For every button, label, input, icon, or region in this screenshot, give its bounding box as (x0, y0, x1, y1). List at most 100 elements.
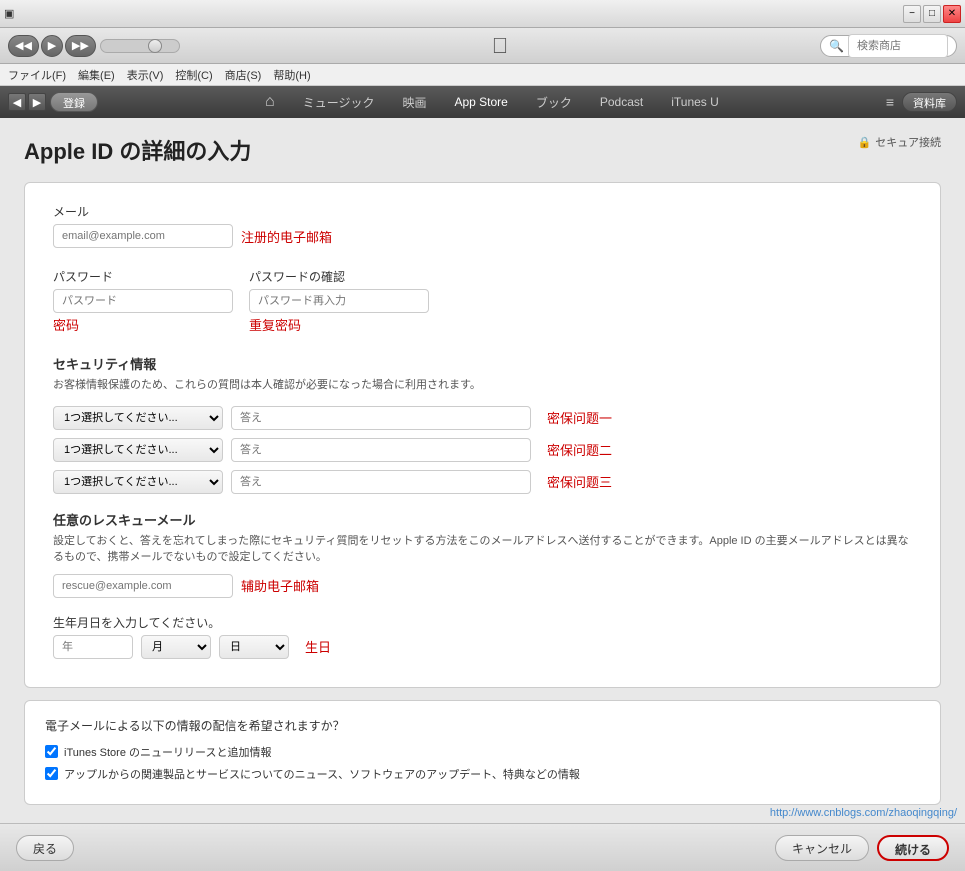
day-select[interactable]: 日 (219, 635, 289, 659)
minimize-button[interactable]: − (903, 5, 921, 23)
title-bar: ▣ − □ ✕ (0, 0, 965, 28)
email-row: 注册的电子邮箱 (53, 224, 912, 248)
confirm-annotation: 重复密码 (249, 315, 429, 334)
subscription-row-2: アップルからの関連製品とサービスについてのニュース、ソフトウェアのアップデート、… (45, 766, 920, 782)
annotation-q2: 密保问题二 (547, 440, 612, 459)
nav-right: ≡ 資料库 (886, 92, 957, 112)
nav-tabs: ⌂ ミュージック 映画 App Store ブック Podcast iTunes… (98, 86, 886, 118)
month-select[interactable]: 月 (141, 635, 211, 659)
password-row: パスワード 密码 パスワードの確認 重复密码 (53, 268, 912, 334)
birthday-annotation: 生日 (305, 637, 331, 656)
email-annotation: 注册的电子邮箱 (241, 227, 332, 246)
password-group: パスワード 密码 (53, 268, 233, 334)
tab-music[interactable]: ミュージック (289, 86, 389, 118)
rescue-annotation: 辅助电子邮箱 (241, 576, 319, 595)
menu-bar: ファイル(F) 編集(E) 表示(V) 控制(C) 商店(S) 帮助(H) (0, 64, 965, 86)
subscription-label-1: iTunes Store のニューリリースと追加情報 (64, 744, 271, 760)
tab-itunes-u[interactable]: iTunes U (657, 86, 733, 118)
page-header: Apple ID の詳細の入力 🔒 セキュア接続 (24, 134, 941, 166)
maximize-button[interactable]: □ (923, 5, 941, 23)
year-input[interactable] (53, 635, 133, 659)
secure-label: セキュア接続 (875, 134, 941, 150)
secure-badge: 🔒 セキュア接続 (858, 134, 941, 150)
register-button[interactable]: 登録 (50, 92, 98, 112)
tab-movies[interactable]: 映画 (388, 86, 440, 118)
forward-button[interactable]: ▶▶ (65, 35, 96, 57)
title-bar-left: ▣ (4, 7, 14, 20)
tab-home[interactable]: ⌂ (251, 86, 289, 118)
rescue-row: 辅助电子邮箱 (53, 574, 912, 598)
subscription-label-2: アップルからの関連製品とサービスについてのニュース、ソフトウェアのアップデート、… (64, 766, 580, 782)
email-label: メール (53, 203, 912, 220)
tab-books[interactable]: ブック (522, 86, 586, 118)
subscription-row-1: iTunes Store のニューリリースと追加情報 (45, 744, 920, 760)
email-input[interactable] (53, 224, 233, 248)
password-input[interactable] (53, 289, 233, 313)
confirm-input[interactable] (249, 289, 429, 313)
main-form-card: メール 注册的电子邮箱 パスワード 密码 パスワードの確認 重复密码 (24, 182, 941, 688)
email-section: メール 注册的电子邮箱 (53, 203, 912, 248)
birthday-label: 生年月日を入力してください。 (53, 614, 912, 631)
answer-input-1[interactable] (231, 406, 531, 430)
confirm-label: パスワードの確認 (249, 268, 429, 285)
title-bar-controls: − □ ✕ (903, 5, 961, 23)
bottom-left: 戻る (16, 835, 74, 861)
menu-store[interactable]: 商店(S) (225, 67, 262, 83)
back-button[interactable]: ◀◀ (8, 35, 39, 57)
library-button[interactable]: 資料库 (902, 92, 957, 112)
security-title: セキュリティ情報 (53, 354, 912, 373)
title-bar-menu-icon[interactable]: ▣ (4, 7, 14, 20)
subscription-checkbox-1[interactable] (45, 745, 58, 758)
nav-prev-btn[interactable]: ◀ (8, 93, 26, 111)
nav-menu-icon[interactable]: ≡ (886, 94, 894, 110)
search-box[interactable]: 🔍 (820, 35, 957, 57)
menu-help[interactable]: 帮助(H) (273, 67, 310, 83)
menu-file[interactable]: ファイル(F) (8, 67, 66, 83)
nav-bar: ◀ ▶ 登録 ⌂ ミュージック 映画 App Store ブック Podcast… (0, 86, 965, 118)
tab-podcast[interactable]: Podcast (586, 86, 657, 118)
menu-control[interactable]: 控制(C) (175, 67, 212, 83)
confirm-group: パスワードの確認 重复密码 (249, 268, 429, 334)
menu-edit[interactable]: 編集(E) (78, 67, 115, 83)
cancel-button[interactable]: キャンセル (775, 835, 869, 861)
watermark: http://www.cnblogs.com/zhaoqingqing/ (770, 807, 957, 819)
password-section: パスワード 密码 パスワードの確認 重复密码 (53, 268, 912, 334)
nav-arrows: ◀◀ ▶ ▶▶ (8, 35, 96, 57)
password-label: パスワード (53, 268, 233, 285)
birthday-row: 月 日 生日 (53, 635, 912, 659)
apple-logo:  (184, 33, 816, 59)
lock-icon: 🔒 (858, 136, 872, 149)
rescue-title: 任意のレスキューメール (53, 510, 912, 529)
rescue-section: 任意のレスキューメール 設定しておくと、答えを忘れてしまった際にセキュリティ質問… (53, 510, 912, 598)
nav-next-btn[interactable]: ▶ (28, 93, 46, 111)
security-desc: お客様情報保護のため、これらの質問は本人確認が必要になった場合に利用されます。 (53, 377, 912, 394)
answer-input-2[interactable] (231, 438, 531, 462)
birthday-section: 生年月日を入力してください。 月 日 生日 (53, 614, 912, 659)
search-icon: 🔍 (829, 39, 844, 53)
continue-button[interactable]: 続ける (877, 835, 949, 861)
play-button[interactable]: ▶ (41, 35, 63, 57)
security-question-2[interactable]: 1つ選択してください... (53, 438, 223, 462)
subscription-checkbox-2[interactable] (45, 767, 58, 780)
security-row-2: 1つ選択してください... 密保问题二 (53, 438, 912, 462)
search-input[interactable] (848, 34, 948, 58)
annotation-q3: 密保问题三 (547, 472, 612, 491)
close-button[interactable]: ✕ (943, 5, 961, 23)
page-title: Apple ID の詳細の入力 (24, 134, 251, 166)
rescue-email-input[interactable] (53, 574, 233, 598)
bottom-right: キャンセル 続ける (775, 835, 949, 861)
security-question-3[interactable]: 1つ選択してください... (53, 470, 223, 494)
subscription-card: 電子メールによる以下の情報の配信を希望されますか？ iTunes Store の… (24, 700, 941, 805)
answer-input-3[interactable] (231, 470, 531, 494)
volume-knob[interactable] (148, 39, 162, 53)
annotation-q1: 密保问题一 (547, 408, 612, 427)
back-button[interactable]: 戻る (16, 835, 74, 861)
menu-view[interactable]: 表示(V) (127, 67, 164, 83)
tab-appstore[interactable]: App Store (440, 86, 521, 118)
security-row-3: 1つ選択してください... 密保问题三 (53, 470, 912, 494)
security-section: セキュリティ情報 お客様情報保護のため、これらの質問は本人確認が必要になった場合… (53, 354, 912, 494)
volume-slider[interactable] (100, 39, 180, 53)
security-row-1: 1つ選択してください... 密保问题一 (53, 406, 912, 430)
security-question-1[interactable]: 1つ選択してください... (53, 406, 223, 430)
apple-icon:  (492, 33, 509, 59)
